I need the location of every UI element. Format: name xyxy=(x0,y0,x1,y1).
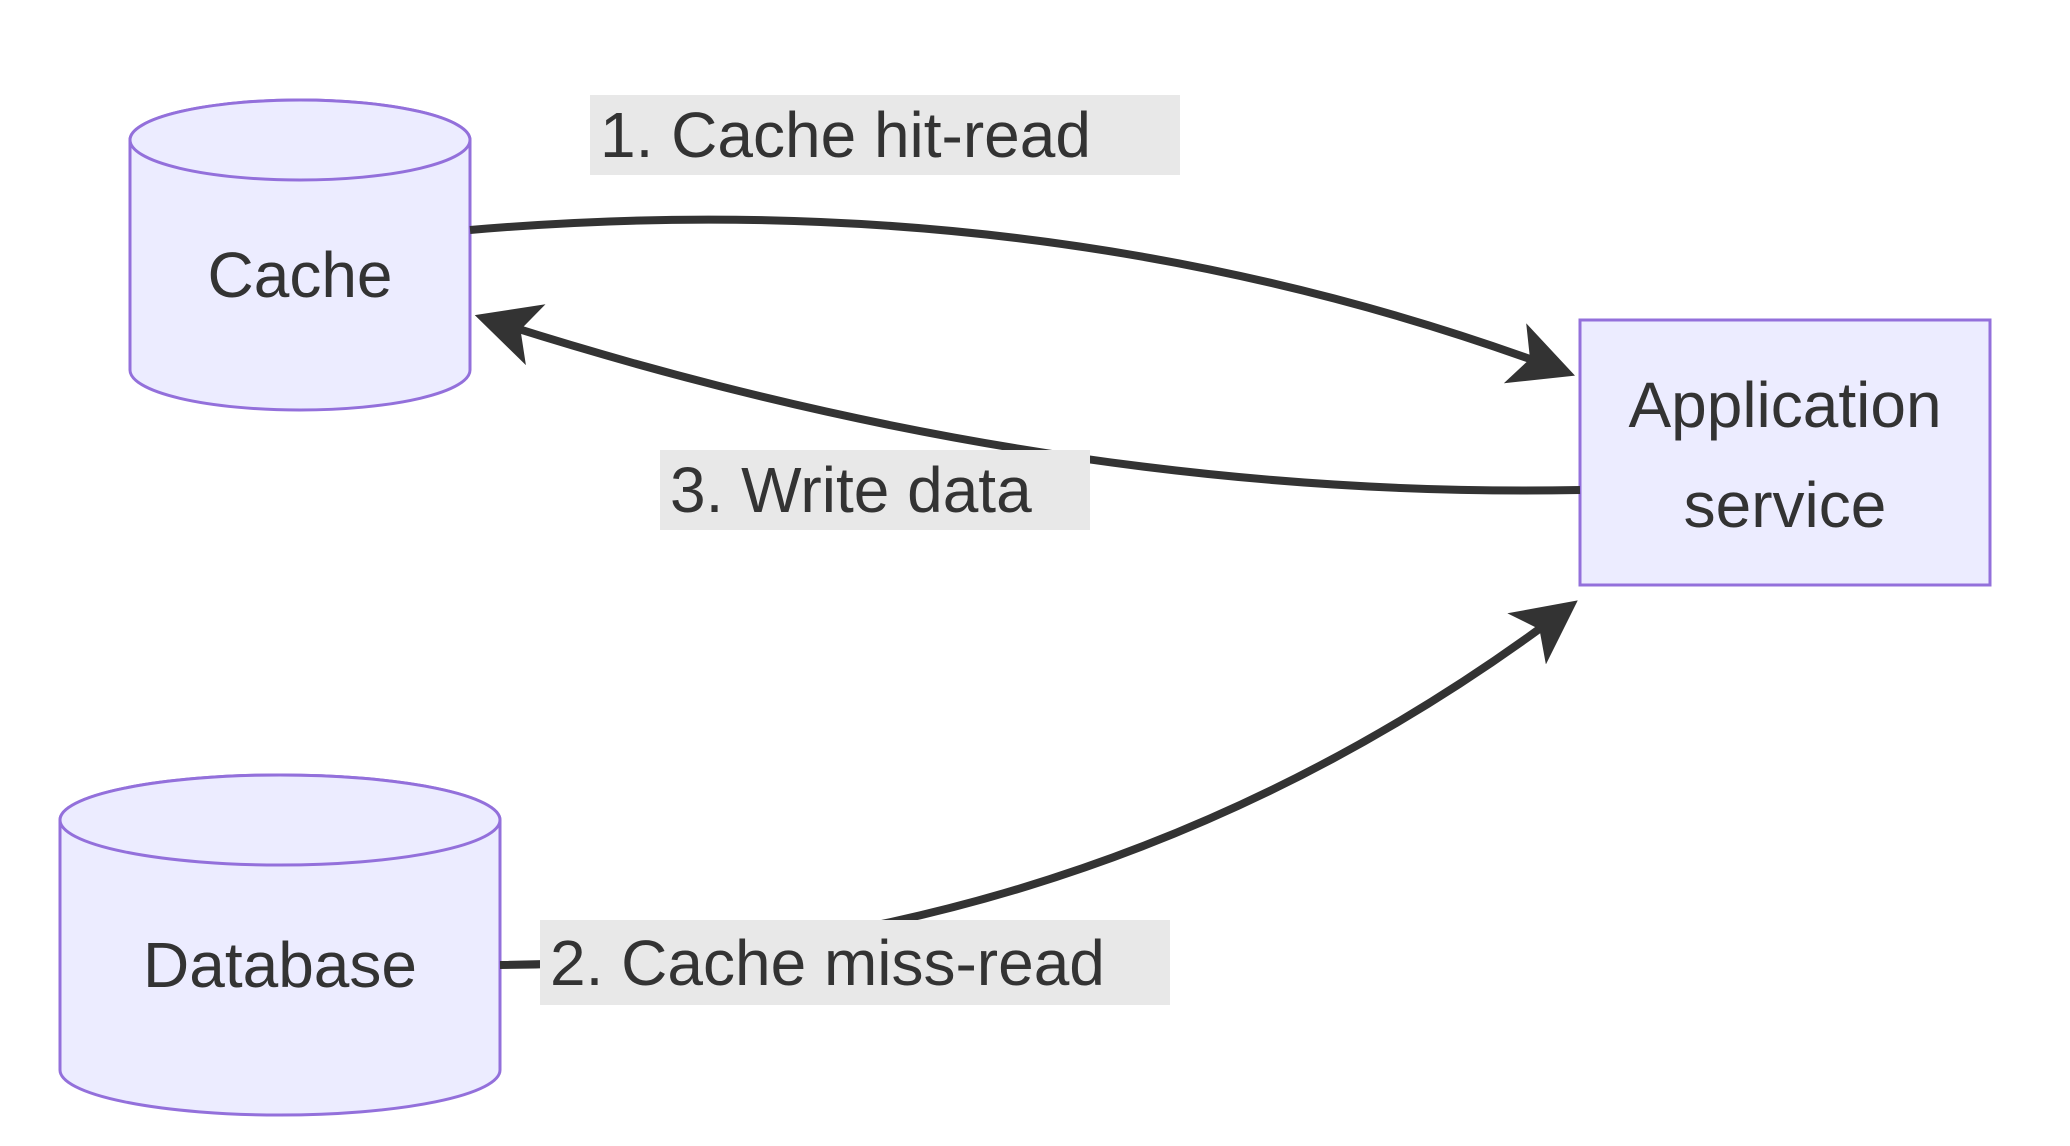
edge-label-1: 1. Cache hit-read xyxy=(600,99,1091,171)
edge-cache-hit-read xyxy=(470,220,1560,370)
node-cache-label: Cache xyxy=(208,239,393,311)
node-database-label: Database xyxy=(143,929,417,1001)
edge-label-2: 2. Cache miss-read xyxy=(550,927,1105,999)
edge-label-3: 3. Write data xyxy=(670,454,1032,526)
node-app-label-line2: service xyxy=(1684,469,1887,541)
node-cache: Cache xyxy=(130,100,470,410)
node-database: Database xyxy=(60,775,500,1115)
node-app-service: Application service xyxy=(1580,320,1990,585)
node-app-label-line1: Application xyxy=(1628,369,1941,441)
edge-cache-miss-read xyxy=(500,610,1565,965)
architecture-diagram: Cache Database Application service 1. Ca… xyxy=(0,0,2070,1146)
